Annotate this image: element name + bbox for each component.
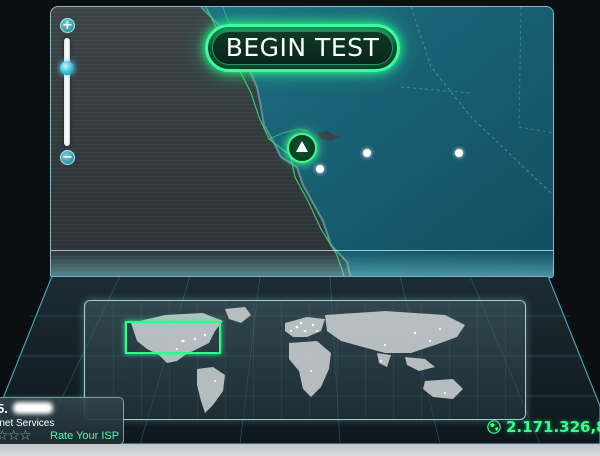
zoom-out-button[interactable]: − (60, 150, 75, 165)
panel-bottom-glow (51, 250, 553, 277)
zoom-slider-thumb[interactable] (60, 60, 74, 75)
bottom-strip (0, 444, 600, 456)
server-dot[interactable] (316, 165, 324, 173)
begin-test-label: BEGIN TEST (225, 33, 380, 62)
ip-redaction (13, 402, 53, 414)
server-triangle-icon (296, 141, 308, 152)
zoom-in-button[interactable]: + (60, 18, 75, 33)
rate-isp-link[interactable]: Rate Your ISP (50, 430, 119, 442)
speedtest-stage: + − BEGIN TEST 5. rnet Services ☆☆☆ Rate… (0, 0, 600, 456)
selected-server-marker[interactable] (287, 133, 317, 163)
isp-rating-stars[interactable]: ☆☆☆ (0, 428, 32, 444)
tests-count: 2.171.326,8 (506, 418, 600, 436)
tests-counter: 2.171.326,8 (487, 418, 600, 436)
world-map[interactable] (84, 300, 526, 420)
zoom-slider-track[interactable] (64, 38, 70, 146)
selected-region-frame[interactable] (125, 321, 221, 354)
isp-info-card: 5. rnet Services ☆☆☆ Rate Your ISP (0, 397, 124, 445)
begin-test-button[interactable]: BEGIN TEST (205, 24, 400, 72)
globe-icon (487, 420, 501, 434)
ip-address: 5. (0, 401, 8, 416)
server-dot[interactable] (363, 149, 371, 157)
world-map-continents (131, 307, 465, 413)
server-dot[interactable] (455, 149, 463, 157)
